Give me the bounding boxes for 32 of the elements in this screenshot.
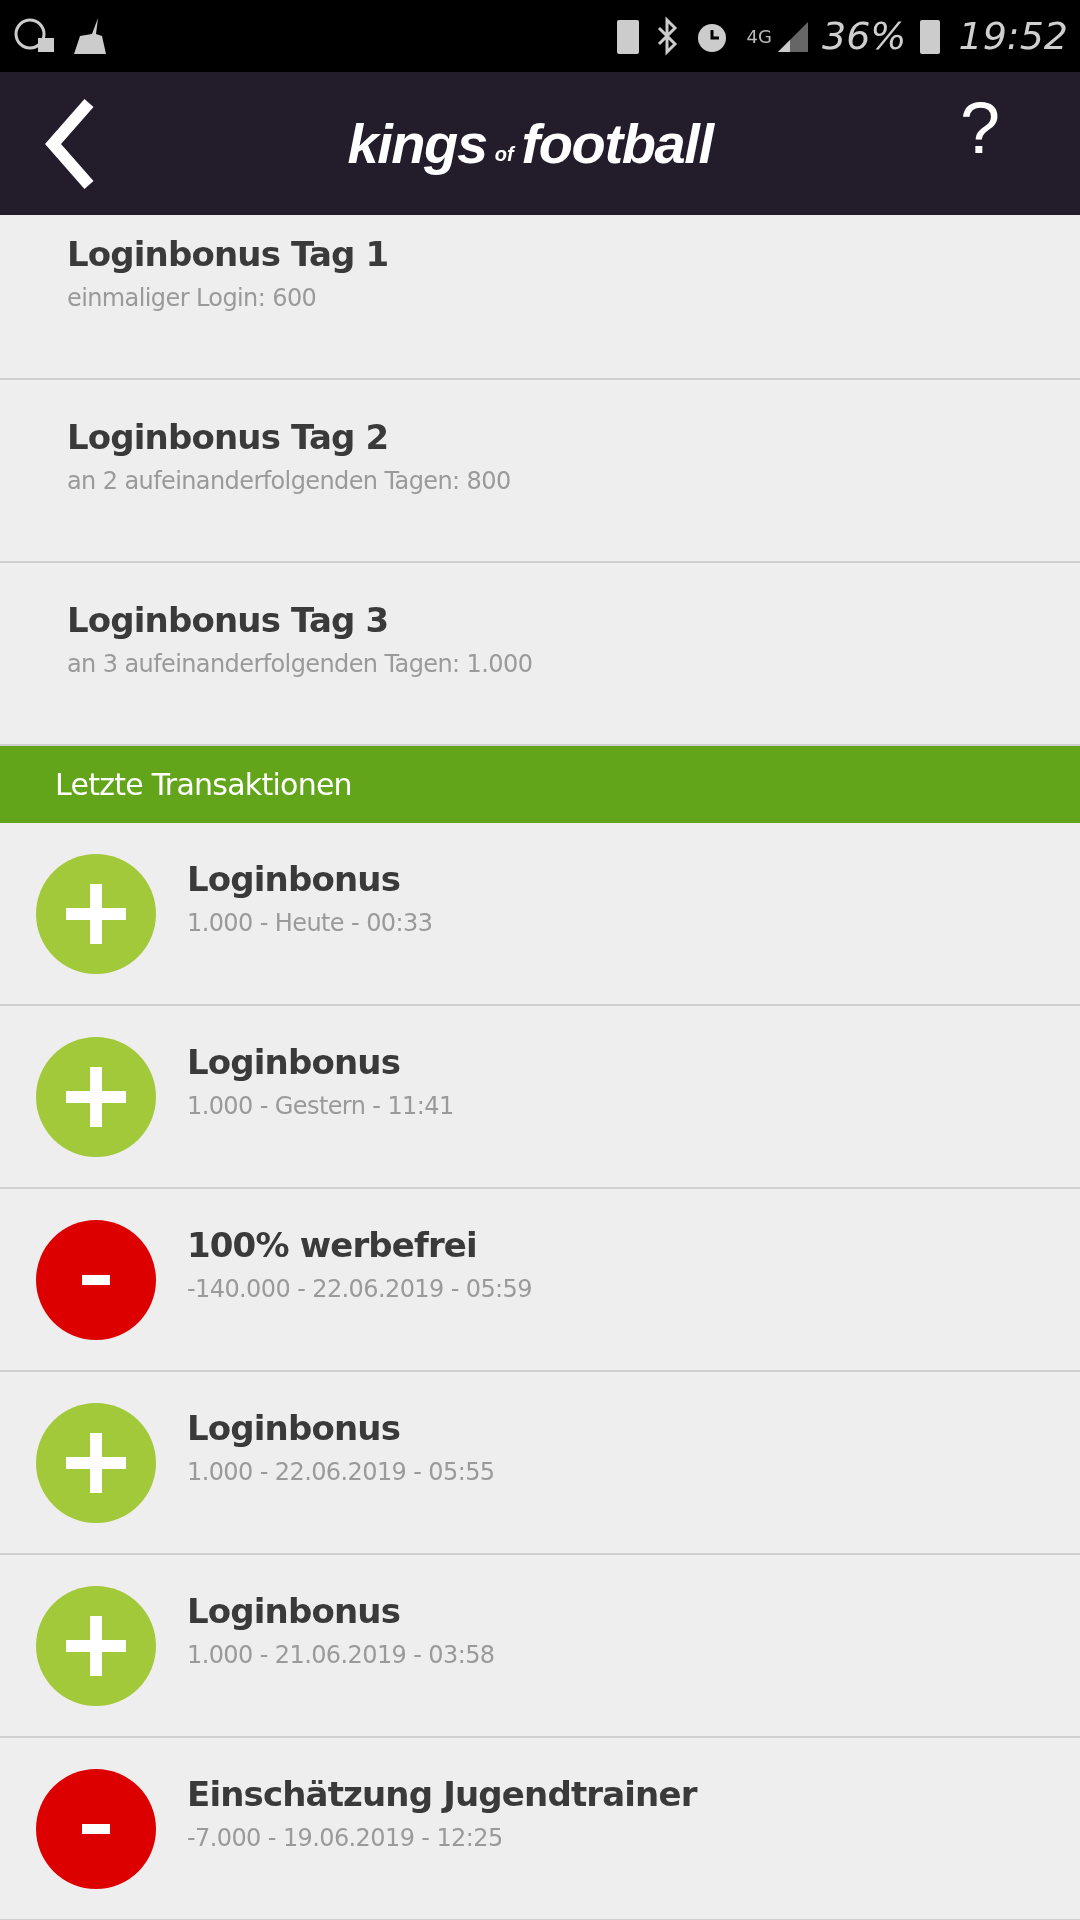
- transaction-detail: -140.000 - 22.06.2019 - 05:59: [187, 1274, 532, 1305]
- bonus-description: einmaliger Login: 600: [67, 283, 318, 314]
- transaction-detail: 1.000 - Heute - 00:33: [187, 908, 433, 939]
- battery-percent: 36%: [822, 12, 907, 60]
- plus-icon: [36, 853, 156, 974]
- transaction-detail: 1.000 - 21.06.2019 - 03:58: [187, 1640, 495, 1671]
- plus-icon: [36, 1585, 156, 1706]
- transaction-title: Loginbonus: [187, 858, 402, 901]
- logo-text: football: [521, 115, 713, 172]
- back-icon: [45, 98, 95, 189]
- transaction-detail: -7.000 - 19.06.2019 - 12:25: [187, 1823, 504, 1854]
- minus-icon: [36, 1768, 156, 1889]
- plus-icon: [36, 1036, 156, 1157]
- transaction-title: Loginbonus: [187, 1590, 402, 1633]
- network-label: 4G: [746, 24, 772, 49]
- minus-icon: [36, 1219, 156, 1340]
- help-button[interactable]: ?: [959, 91, 1000, 164]
- logo-text: of: [494, 143, 514, 164]
- bonus-title: Loginbonus Tag 3: [67, 599, 390, 642]
- transaction-detail: 1.000 - 22.06.2019 - 05:55: [187, 1457, 495, 1488]
- bonus-title: Loginbonus Tag 2: [67, 416, 390, 459]
- bonus-description: an 3 aufeinanderfolgenden Tagen: 1.000: [67, 649, 534, 680]
- bonus-description: an 2 aufeinanderfolgenden Tagen: 800: [67, 466, 512, 497]
- transaction-title: Loginbonus: [187, 1407, 402, 1450]
- bonus-title: Loginbonus Tag 1: [67, 233, 390, 276]
- plus-icon: [36, 1402, 156, 1523]
- section-header: Letzte Transaktionen: [0, 746, 1080, 823]
- transaction-title: Einschätzung Jugendtrainer: [187, 1773, 697, 1816]
- transaction-detail: 1.000 - Gestern - 11:41: [187, 1091, 454, 1122]
- clock-time: 19:52: [958, 12, 1068, 60]
- transaction-title: Loginbonus: [187, 1041, 402, 1084]
- transaction-title: 100% werbefrei: [187, 1224, 478, 1267]
